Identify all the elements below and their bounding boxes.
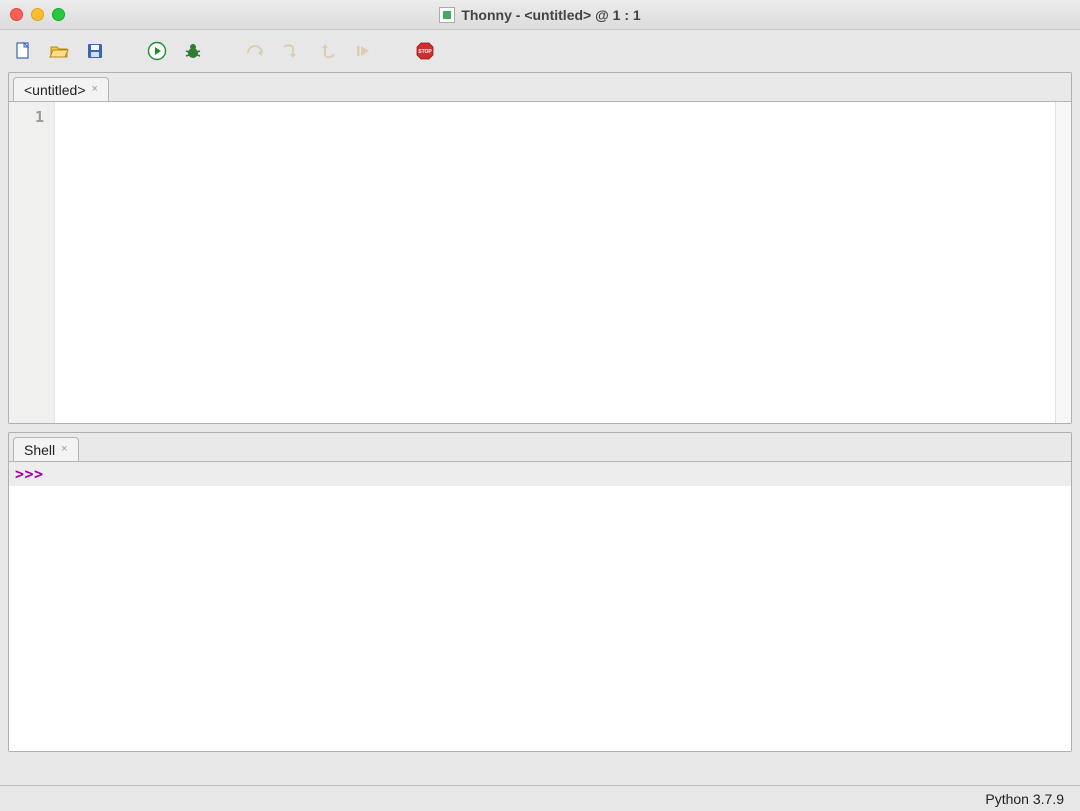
editor-text-area[interactable] [55,102,1055,423]
step-over-icon [245,41,265,61]
resume-button [352,40,374,62]
open-file-icon [49,41,69,61]
shell-tab-strip: Shell × [9,433,1071,461]
debug-icon [183,41,203,61]
run-button[interactable] [146,40,168,62]
minimize-window-button[interactable] [31,8,44,21]
editor-body: 1 [9,101,1071,423]
editor-pane: <untitled> × 1 [8,72,1072,424]
window-controls [10,8,65,21]
shell-pane: Shell × >>> [8,432,1072,752]
shell-input-line[interactable]: >>> [9,462,1071,486]
save-file-button[interactable] [84,40,106,62]
toolbar: STOP [0,30,1080,72]
new-file-button[interactable] [12,40,34,62]
editor-scrollbar[interactable] [1055,102,1071,423]
step-into-button [280,40,302,62]
step-into-icon [281,41,301,61]
step-out-button [316,40,338,62]
step-over-button [244,40,266,62]
workspace: <untitled> × 1 Shell × >>> [0,72,1080,785]
new-file-icon [13,41,33,61]
debug-button[interactable] [182,40,204,62]
close-tab-icon[interactable]: × [92,84,98,95]
editor-tab-label: <untitled> [24,82,86,98]
shell-tab-label: Shell [24,442,55,458]
titlebar: Thonny - <untitled> @ 1 : 1 [0,0,1080,30]
open-file-button[interactable] [48,40,70,62]
svg-text:STOP: STOP [418,49,432,55]
step-out-icon [317,41,337,61]
run-icon [147,41,167,61]
resume-icon [353,41,373,61]
window-title: Thonny - <untitled> @ 1 : 1 [461,7,640,23]
interpreter-label[interactable]: Python 3.7.9 [985,791,1064,807]
shell-body[interactable]: >>> [9,461,1071,751]
line-number: 1 [9,108,44,126]
editor-tab[interactable]: <untitled> × [13,77,109,101]
shell-prompt: >>> [15,465,44,483]
stop-icon: STOP [415,41,435,61]
editor-tab-strip: <untitled> × [9,73,1071,101]
zoom-window-button[interactable] [52,8,65,21]
shell-tab[interactable]: Shell × [13,437,79,461]
close-window-button[interactable] [10,8,23,21]
line-number-gutter: 1 [9,102,55,423]
close-shell-tab-icon[interactable]: × [61,444,67,455]
stop-button[interactable]: STOP [414,40,436,62]
statusbar: Python 3.7.9 [0,785,1080,811]
save-file-icon [85,41,105,61]
window-title-group: Thonny - <untitled> @ 1 : 1 [439,7,640,23]
app-icon [439,7,455,23]
